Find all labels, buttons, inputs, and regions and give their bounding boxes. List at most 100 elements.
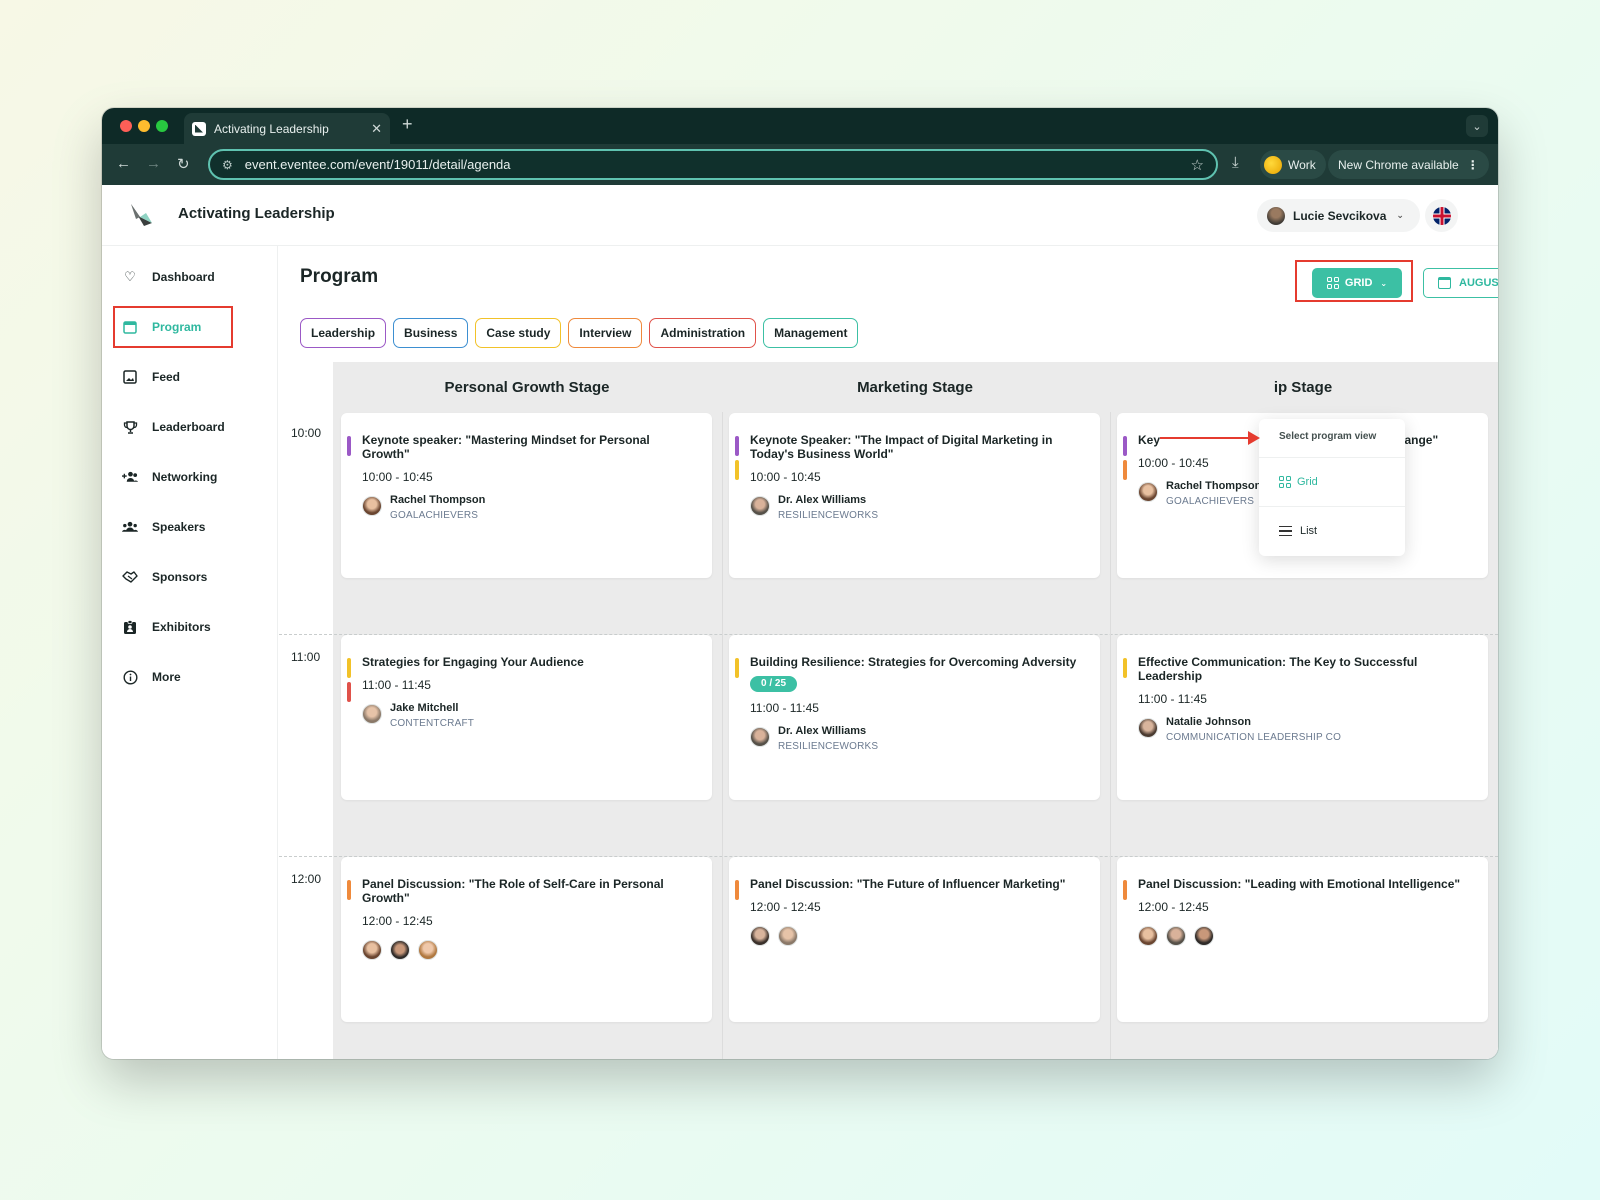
tag-color-bars [347,880,351,904]
sidebar-item-label: Speakers [152,520,206,534]
profile-label: Work [1288,157,1316,172]
sidebar-item-feed[interactable]: Feed [122,364,180,390]
close-tab-icon[interactable]: ✕ [371,121,382,137]
browser-toolbar: ← → ↻ ⚙ event.eventee.com/event/19011/de… [102,144,1498,185]
sidebar-item-label: Feed [152,370,181,384]
program-main: Program GRID ⌄ AUGUST 1, 2025 ⌄ Leadersh… [279,246,1498,1059]
sidebar-item-more[interactable]: More [122,664,181,690]
handshake-icon [122,569,138,585]
speaker-company: CONTENTCRAFT [390,718,475,729]
avatar [750,727,770,747]
sidebar-item-label: Dashboard [152,270,215,284]
uk-flag-icon [1432,206,1451,225]
session-title: Strategies for Engaging Your Audience [362,655,584,669]
tab-search-button[interactable]: ⌄ [1466,115,1488,137]
tab-title: Activating Leadership [214,121,329,136]
session-card[interactable]: Effective Communication: The Key to Succ… [1117,635,1488,800]
session-card[interactable]: Panel Discussion: "Leading with Emotiona… [1117,857,1488,1022]
back-arrow-icon[interactable]: ← [116,155,131,172]
tag-color-bars [1123,880,1127,904]
date-picker-button[interactable]: AUGUST 1, 2025 ⌄ [1423,268,1498,298]
kebab-menu-icon[interactable]: ⋮ [1467,158,1479,172]
sidebar-item-label: Exhibitors [152,620,211,634]
avatar [750,926,770,946]
tag-case-study[interactable]: Case study [475,318,562,348]
sidebar-item-sponsors[interactable]: Sponsors [122,564,207,590]
sidebar-item-label: More [152,670,181,684]
avatar [362,496,382,516]
session-time: 12:00 - 12:45 [362,914,433,928]
tag-business[interactable]: Business [393,318,469,348]
speaker-row: Jake Mitchell CONTENTCRAFT [362,702,694,729]
close-window-button[interactable] [120,120,132,132]
avatar [1194,926,1214,946]
session-title: Panel Discussion: "The Role of Self-Care… [362,877,664,905]
session-card[interactable]: Panel Discussion: "The Future of Influen… [729,857,1100,1022]
sidebar-item-leaderboard[interactable]: Leaderboard [122,414,225,440]
speaker-row: Dr. Alex Williams RESILIENCEWORKS [750,725,1082,752]
sidebar-item-label: Leaderboard [152,420,225,434]
site-settings-icon[interactable]: ⚙ [222,158,233,172]
profile-button[interactable]: Work [1260,150,1326,179]
language-button[interactable] [1425,199,1458,232]
program-view-menu: Select program view Grid List [1259,419,1405,556]
menu-item-grid[interactable]: Grid [1279,472,1318,492]
profile-avatar-icon [1264,155,1282,174]
favicon-icon [192,121,206,136]
sidebar-item-dashboard[interactable]: ♡ Dashboard [122,264,215,290]
tag-color-bars [347,658,351,706]
session-card[interactable]: Panel Discussion: "The Role of Self-Care… [341,857,712,1022]
speaker-row: Natalie Johnson COMMUNICATION LEADERSHIP… [1138,716,1470,743]
speaker-avatars [1138,926,1470,946]
speaker-row: Dr. Alex Williams RESILIENCEWORKS [750,494,1082,521]
heart-icon: ♡ [124,269,136,284]
session-title: Keynote speaker: "Mastering Mindset for … [362,433,650,461]
sidebar-item-label: Networking [152,470,218,484]
sidebar-item-networking[interactable]: Networking [122,464,217,490]
session-time: 11:00 - 11:45 [750,701,819,715]
tag-administration[interactable]: Administration [649,318,757,348]
time-label: 12:00 [291,872,322,886]
calendar-icon [1438,277,1452,289]
avatar [390,940,410,960]
session-title: Building Resilience: Strategies for Over… [750,655,1077,669]
list-icon [1279,525,1292,537]
avatar [362,940,382,960]
sidebar-item-exhibitors[interactable]: Exhibitors [122,614,211,640]
speaker-company: RESILIENCEWORKS [778,510,879,521]
forward-arrow-icon[interactable]: → [146,155,161,172]
tag-leadership[interactable]: Leadership [300,318,387,348]
sidebar-item-label: Sponsors [152,570,208,584]
tag-management[interactable]: Management [763,318,859,348]
user-menu-button[interactable]: Lucie Sevcikova ⌄ [1257,199,1420,232]
speaker-company: GOALACHIEVERS [1166,496,1255,507]
session-card[interactable]: Building Resilience: Strategies for Over… [729,635,1100,800]
session-card[interactable]: Keynote speaker: "Mastering Mindset for … [341,413,712,578]
speaker-avatars [750,926,1082,946]
maximize-window-button[interactable] [156,120,168,132]
tag-interview[interactable]: Interview [568,318,643,348]
menu-divider [1259,506,1405,507]
group-icon [122,519,138,535]
reload-icon[interactable]: ↻ [177,155,190,173]
speaker-name: Jake Mitchell [390,702,459,714]
browser-tab[interactable]: Activating Leadership ✕ [184,113,390,144]
session-card[interactable]: Strategies for Engaging Your Audience 11… [341,635,712,800]
avatar [1138,482,1158,502]
speaker-name: Rachel Thompson [1166,480,1262,492]
menu-item-list[interactable]: List [1279,521,1317,541]
sidebar-item-speakers[interactable]: Speakers [122,514,205,540]
minimize-window-button[interactable] [138,120,150,132]
address-bar[interactable]: ⚙ event.eventee.com/event/19011/detail/a… [208,149,1218,180]
chrome-update-button[interactable]: New Chrome available ⋮ [1328,150,1489,179]
tag-color-bars [1123,436,1127,484]
new-tab-button[interactable]: + [402,114,413,135]
session-card[interactable]: Keynote Speaker: "The Impact of Digital … [729,413,1100,578]
speaker-company: GOALACHIEVERS [390,510,479,521]
download-icon[interactable]: ⤓ [1232,154,1239,171]
avatar [1166,926,1186,946]
page-title: Program [300,266,379,287]
time-label: 10:00 [291,426,322,440]
menu-item-label: List [1300,525,1318,537]
bookmark-star-icon[interactable]: ☆ [1191,156,1204,174]
